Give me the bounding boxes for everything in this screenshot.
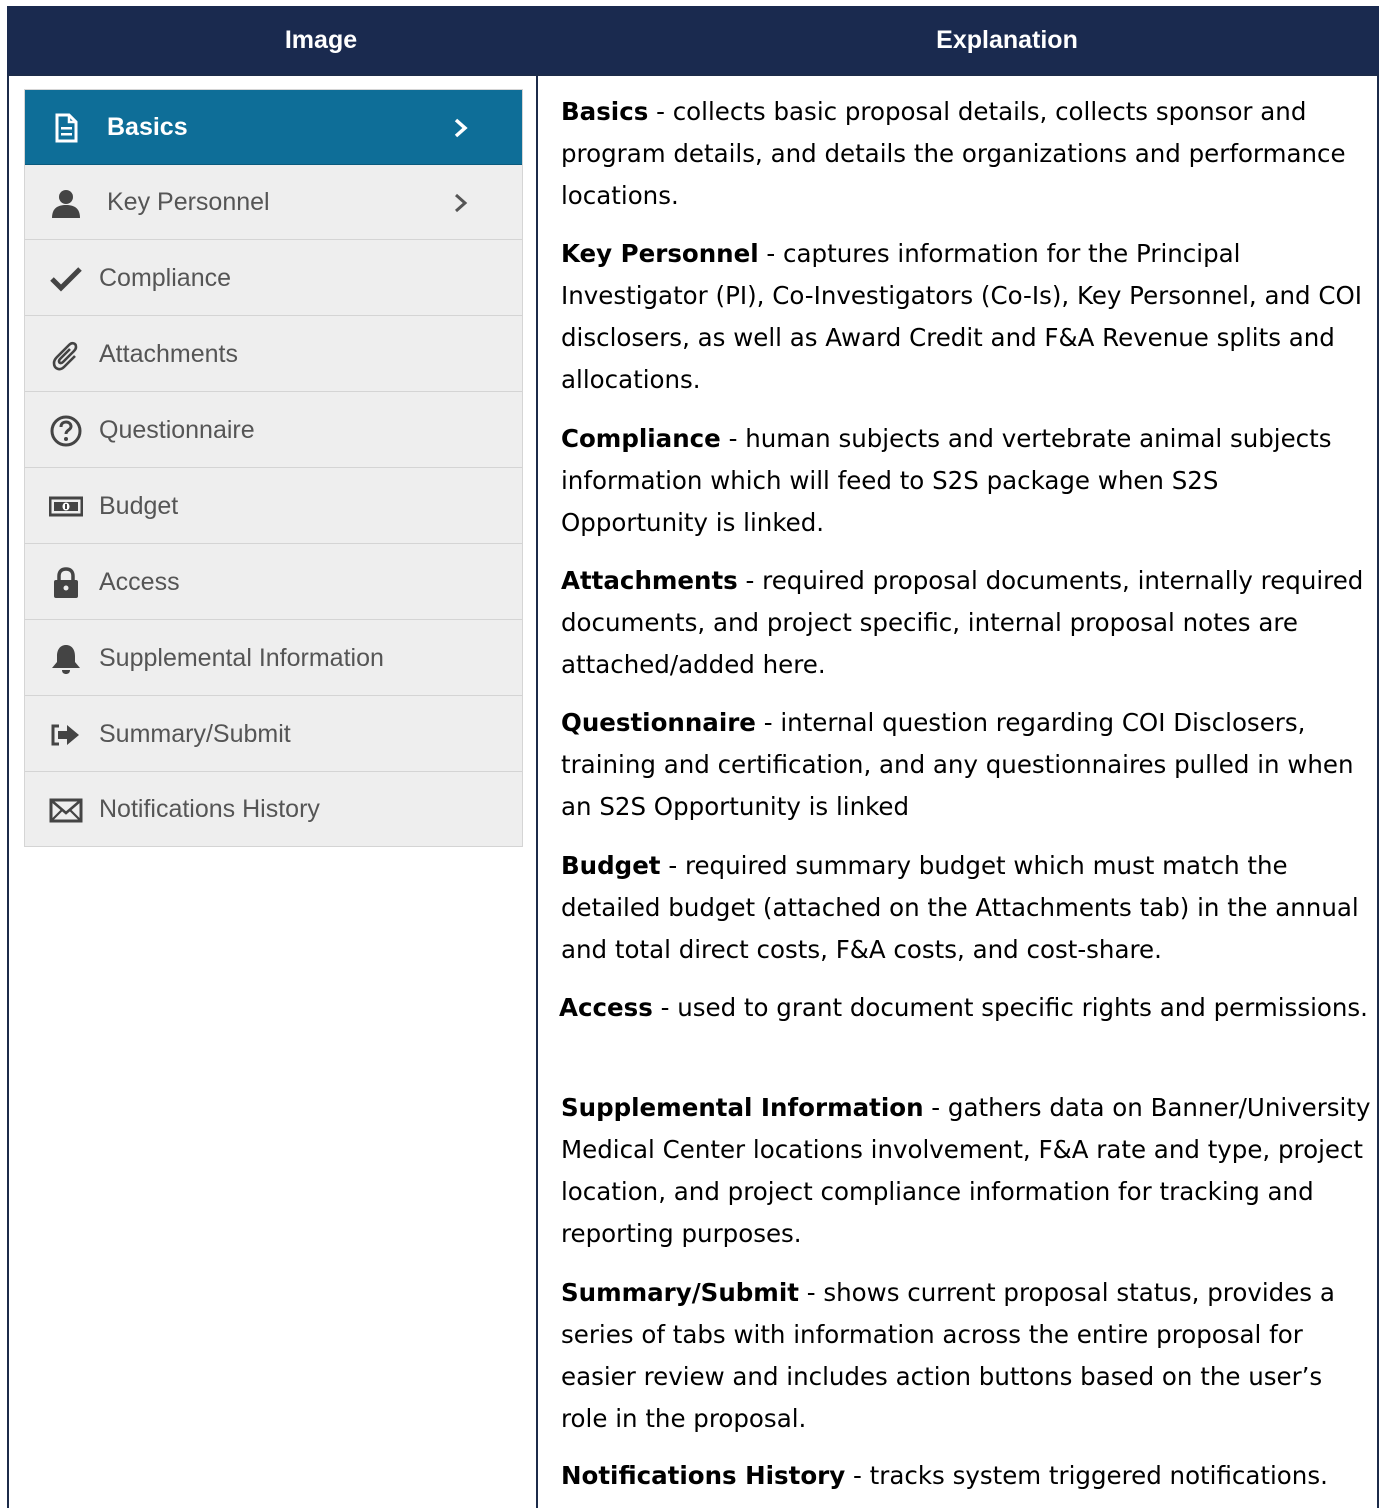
menu-item-label: Compliance [99,264,232,292]
menu-item-key-personnel[interactable]: Key Personnel [25,165,522,240]
explanation-term: Questionnaire [561,708,756,737]
explanation-supplemental-information: Supplemental Information - gathers data … [561,1087,1371,1255]
explanation-basics: Basics - collects basic proposal details… [561,91,1371,217]
menu-item-label: Basics [107,113,188,141]
money-icon [49,496,83,517]
explanation-term: Access [559,993,653,1022]
bell-icon [52,645,80,674]
menu-item-label: Key Personnel [107,188,270,216]
user-icon [52,190,80,218]
explanation-attachments: Attachments - required proposal document… [561,560,1371,686]
menu-item-budget[interactable]: Budget [25,469,522,544]
menu-item-label: Attachments [99,340,238,368]
header-divider [7,74,1379,76]
explanation-text: - tracks system triggered notifications. [845,1461,1328,1490]
lock-icon [54,567,78,598]
explanation-term: Summary/Submit [561,1278,799,1307]
explanation-term: Attachments [561,566,738,595]
explanation-budget: Budget - required summary budget which m… [561,845,1371,971]
menu-item-basics[interactable]: Basics [25,90,522,165]
explanation-text: - required summary budget which must mat… [561,851,1359,964]
explanation-text: - collects basic proposal details, colle… [561,97,1346,210]
explanation-term: Supplemental Information [561,1093,924,1122]
explanation-questionnaire: Questionnaire - internal question regard… [561,702,1371,828]
menu-item-attachments[interactable]: Attachments [25,317,522,392]
menu-item-label: Budget [99,492,179,520]
explanation-text: - used to grant document specific rights… [652,993,1368,1022]
explanation-term: Key Personnel [561,239,759,268]
question-circle-icon [50,415,82,447]
chevron-right-icon [454,118,468,138]
menu-item-label: Access [99,568,180,596]
menu-item-label: Notifications History [99,795,320,823]
menu-item-notifications-history[interactable]: Notifications History [25,772,522,847]
column-divider [536,74,538,1508]
checkmark-icon [50,267,82,292]
document-icon [55,113,78,143]
explanation-compliance: Compliance - human subjects and vertebra… [561,418,1371,544]
table-header: Image Explanation [7,6,1379,74]
paperclip-icon [52,341,78,371]
image-column-header: Image [284,26,358,54]
proposal-nav-menu: Basics Key Personnel Compliance Attachme… [24,89,523,847]
explanation-term: Notifications History [561,1461,846,1490]
explanation-access: Access - used to grant document specific… [559,987,1369,1029]
menu-item-questionnaire[interactable]: Questionnaire [25,393,522,468]
menu-item-label: Summary/Submit [99,720,291,748]
explanation-summary-submit: Summary/Submit - shows current proposal … [561,1272,1371,1440]
chevron-right-icon [455,193,468,213]
envelope-icon [49,798,83,823]
menu-item-summary-submit[interactable]: Summary/Submit [25,697,522,772]
explanation-key-personnel: Key Personnel - captures information for… [561,233,1371,401]
sign-in-icon [51,724,79,746]
menu-item-label: Questionnaire [99,416,255,444]
explanation-term: Budget [561,851,661,880]
menu-item-compliance[interactable]: Compliance [25,241,522,316]
explanation-notifications-history: Notifications History - tracks system tr… [561,1455,1371,1497]
menu-item-supplemental-information[interactable]: Supplemental Information [25,621,522,696]
explanation-term: Compliance [561,424,721,453]
menu-item-access[interactable]: Access [25,545,522,620]
explanation-term: Basics [561,97,649,126]
explanation-column-header: Explanation [936,26,1078,54]
menu-item-label: Supplemental Information [99,644,384,672]
